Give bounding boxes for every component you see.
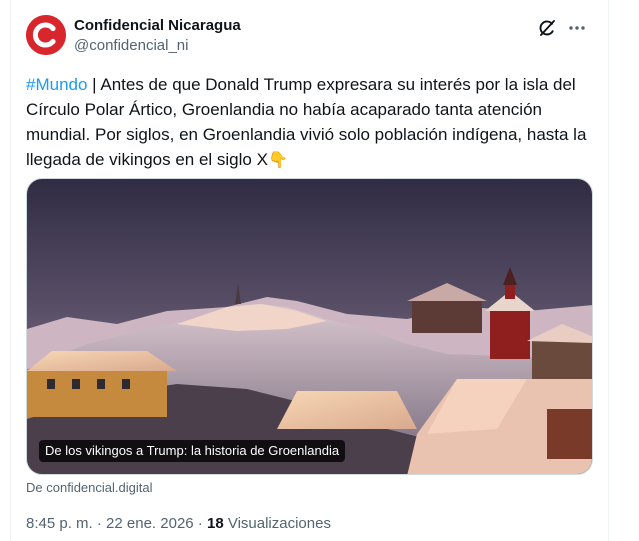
tweet-text: #Mundo | Antes de que Donald Trump expre… bbox=[26, 72, 596, 173]
hashtag-link[interactable]: #Mundo bbox=[26, 75, 87, 94]
tweet-date[interactable]: 22 ene. 2026 bbox=[106, 515, 194, 532]
avatar[interactable] bbox=[26, 15, 66, 55]
handle[interactable]: @confidencial_ni bbox=[74, 36, 241, 56]
card-source[interactable]: De confidencial.digital bbox=[26, 480, 152, 496]
display-name[interactable]: Confidencial Nicaragua bbox=[74, 16, 241, 36]
tweet-header: Confidencial Nicaragua @confidencial_ni bbox=[26, 14, 593, 58]
grok-icon[interactable] bbox=[537, 18, 557, 38]
more-icon[interactable] bbox=[567, 18, 587, 38]
meta-separator: · bbox=[92, 515, 107, 532]
meta-separator-2: · bbox=[193, 515, 207, 532]
views-count[interactable]: 18 bbox=[207, 515, 224, 532]
pointing-down-emoji: 👇 bbox=[267, 152, 288, 169]
account-names: Confidencial Nicaragua @confidencial_ni bbox=[74, 16, 241, 56]
card-title: De los vikingos a Trump: la historia de … bbox=[39, 440, 346, 462]
timeline-border-right bbox=[608, 0, 609, 541]
link-card[interactable]: De los vikingos a Trump: la historia de … bbox=[26, 178, 593, 475]
views-label: Visualizaciones bbox=[223, 515, 331, 532]
card-image bbox=[27, 179, 592, 474]
tweet-meta: 8:45 p. m. · 22 ene. 2026 · 18 Visualiza… bbox=[26, 514, 331, 534]
tweet-time[interactable]: 8:45 p. m. bbox=[26, 515, 93, 532]
tweet-body: | Antes de que Donald Trump expresara su… bbox=[26, 75, 587, 169]
tweet[interactable]: Confidencial Nicaragua @confidencial_ni … bbox=[11, 0, 608, 541]
